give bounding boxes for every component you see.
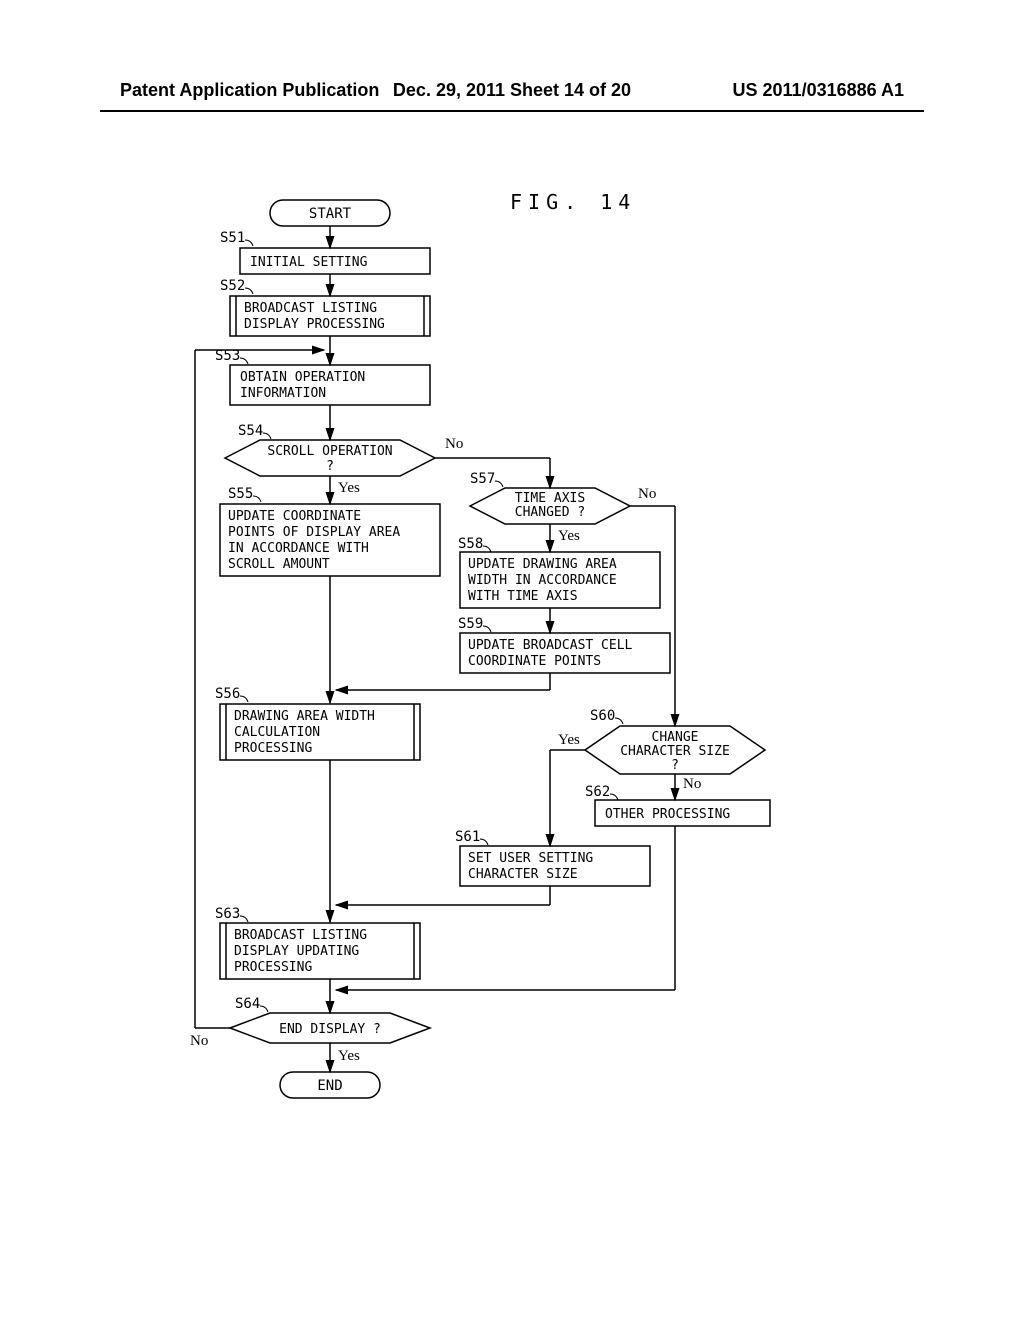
svg-text:CHANGE: CHANGE: [652, 730, 699, 745]
svg-text:No: No: [638, 486, 656, 502]
node-s63: S63 BROADCAST LISTINGDISPLAY UPDATINGPRO…: [215, 906, 420, 979]
svg-text:BROADCAST LISTINGDISPLAY PROCE: BROADCAST LISTINGDISPLAY PROCESSING: [244, 301, 385, 332]
svg-text:S59: S59: [458, 616, 483, 632]
page: Patent Application Publication Dec. 29, …: [0, 0, 1024, 1320]
svg-text:S63: S63: [215, 906, 240, 922]
svg-text:S58: S58: [458, 536, 483, 552]
svg-text:SET USER SETTINGCHARACTER SIZE: SET USER SETTINGCHARACTER SIZE: [468, 851, 593, 882]
header-rule: [100, 110, 924, 112]
svg-text:DRAWING AREA WIDTHCALCULATIONP: DRAWING AREA WIDTHCALCULATIONPROCESSING: [234, 709, 375, 756]
svg-text:UPDATE COORDINATEPOINTS OF DIS: UPDATE COORDINATEPOINTS OF DISPLAY AREAI…: [228, 509, 400, 572]
node-end: END: [280, 1072, 380, 1098]
svg-text:S51: S51: [220, 230, 245, 246]
node-start: START: [270, 200, 390, 226]
svg-text:S54: S54: [238, 423, 263, 439]
node-s53: S53 OBTAIN OPERATIONINFORMATION: [215, 348, 430, 405]
svg-text:?: ?: [326, 459, 334, 474]
svg-text:No: No: [190, 1033, 208, 1049]
svg-text:No: No: [683, 776, 701, 792]
svg-text:CHARACTER SIZE: CHARACTER SIZE: [620, 744, 730, 759]
svg-text:SCROLL OPERATION: SCROLL OPERATION: [267, 444, 392, 459]
svg-text:BROADCAST LISTINGDISPLAY UPDAT: BROADCAST LISTINGDISPLAY UPDATINGPROCESS…: [234, 928, 367, 975]
svg-text:S55: S55: [228, 486, 253, 502]
svg-text:S61: S61: [455, 829, 480, 845]
svg-text:S52: S52: [220, 278, 245, 294]
svg-text:Yes: Yes: [338, 480, 360, 496]
svg-text:END DISPLAY ?: END DISPLAY ?: [279, 1022, 381, 1037]
svg-text:UPDATE DRAWING AREAWIDTH IN AC: UPDATE DRAWING AREAWIDTH IN ACCORDANCEWI…: [468, 557, 617, 604]
svg-text:?: ?: [671, 758, 679, 773]
flowchart: START S51 INITIAL SETTING S52 BROADCAST …: [180, 190, 800, 1160]
node-s59: S59 UPDATE BROADCAST CELLCOORDINATE POIN…: [458, 616, 670, 673]
svg-text:Yes: Yes: [558, 528, 580, 544]
svg-text:OTHER PROCESSING: OTHER PROCESSING: [605, 807, 730, 822]
svg-text:OBTAIN OPERATIONINFORMATION: OBTAIN OPERATIONINFORMATION: [240, 370, 365, 401]
node-s52: S52 BROADCAST LISTINGDISPLAY PROCESSING: [220, 278, 430, 336]
svg-text:S57: S57: [470, 471, 495, 487]
svg-text:TIME AXIS: TIME AXIS: [515, 491, 585, 506]
node-s61: S61 SET USER SETTINGCHARACTER SIZE: [455, 829, 650, 886]
node-s58: S58 UPDATE DRAWING AREAWIDTH IN ACCORDAN…: [458, 536, 660, 608]
node-s51: S51 INITIAL SETTING: [220, 230, 430, 274]
node-s62: S62 OTHER PROCESSING: [585, 784, 770, 826]
svg-text:No: No: [445, 436, 463, 452]
header-right: US 2011/0316886 A1: [733, 80, 904, 101]
svg-text:S60: S60: [590, 708, 615, 724]
svg-text:UPDATE BROADCAST CELLCOORDINAT: UPDATE BROADCAST CELLCOORDINATE POINTS: [468, 638, 633, 669]
svg-text:CHANGED ?: CHANGED ?: [515, 505, 585, 520]
svg-text:START: START: [309, 206, 352, 222]
svg-text:Yes: Yes: [558, 732, 580, 748]
svg-text:INITIAL SETTING: INITIAL SETTING: [250, 255, 368, 270]
node-s56: S56 DRAWING AREA WIDTHCALCULATIONPROCESS…: [215, 686, 420, 760]
svg-text:S64: S64: [235, 996, 260, 1012]
svg-text:S56: S56: [215, 686, 240, 702]
svg-text:Yes: Yes: [338, 1048, 360, 1064]
svg-text:S62: S62: [585, 784, 610, 800]
svg-text:END: END: [317, 1078, 342, 1094]
